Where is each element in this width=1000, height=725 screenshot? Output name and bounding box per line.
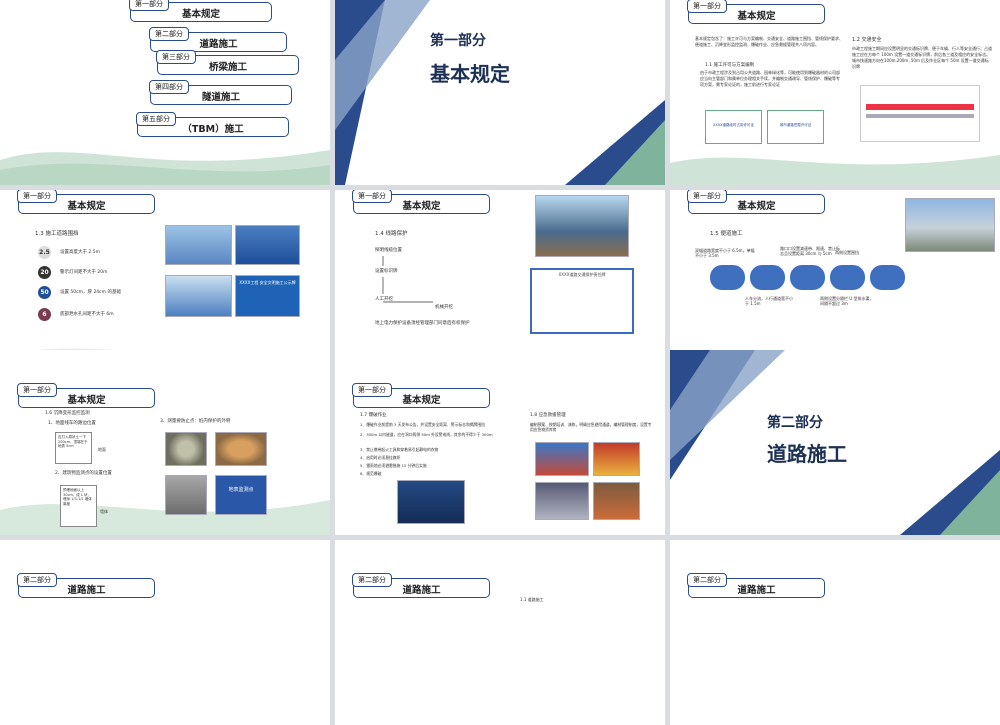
slide-header: 第二部分 道路施工	[352, 573, 490, 598]
slide-header: 第一部分 基本规定	[352, 383, 490, 408]
body-text: 编制预案、按期培训、演练，明确应急避险通道，编制管理制度，设置专用应急物资库房	[530, 422, 652, 432]
rescue-photo	[593, 482, 640, 520]
section-heading: 1.7 爆破作业	[360, 413, 387, 418]
rescue-photo	[593, 442, 640, 476]
note-text: 两侧设置分隔栏 U 型排水渠，间隔不超过 3m	[820, 296, 874, 306]
toc-item[interactable]: 第二部分 道路施工	[149, 27, 287, 52]
flow-note: 地上电力保护设备须经管理部门同意后有权保护	[375, 321, 470, 326]
fence-photo	[165, 275, 232, 317]
monitor-sign: 地表监测点	[215, 475, 267, 515]
list-item: 1、爆破作业前提前 3 天发布公告，并设置安全距离、警示标志和揭牌围挡	[360, 422, 485, 427]
slide-header: 第一部分 基本规定	[17, 383, 155, 408]
slide-header: 第一部分 基本规定	[17, 190, 155, 214]
badge-icon: 2.5	[38, 246, 51, 259]
slide-5[interactable]: 第一部分 基本规定 1.4 线路保护 探明线缆位置 设置标识牌 人工开挖 机械开挖…	[335, 190, 665, 375]
slide-6[interactable]: 第一部分 基本规定 1.5 便道施工 双幅道路宽度不小于 6.5m，单幅不小于 3…	[670, 190, 1000, 375]
fence-photo	[235, 225, 300, 265]
responsibility-table: XXXX道路交通保护责任牌	[530, 268, 634, 334]
monitor-photo	[215, 432, 267, 466]
slide-toc[interactable]: 第一部分 基本规定 第二部分 道路施工 第三部分 桥梁施工 第四部分 隧道施工 第五部分…	[0, 0, 330, 185]
badge-icon: 6	[38, 308, 51, 321]
item-text: 设置高度大于 2.5m	[60, 250, 100, 255]
rescue-photo	[535, 482, 589, 520]
note-text: 人车分流，人行通道宽不小于 1.5m	[745, 296, 793, 306]
monitor-photo	[165, 432, 207, 466]
sub-heading: 2、建筑物监测点的设置位置	[55, 471, 112, 476]
road-lane	[866, 114, 974, 118]
toc-item[interactable]: 第一部分 基本规定	[129, 0, 272, 22]
permit-certificate: XXXX道路临时占用许可证	[705, 110, 762, 144]
slide-3[interactable]: 第一部分 基本规定 基本规定包含了：施工许可与方案编制、交通安全、道路施工围挡、管…	[670, 0, 1000, 185]
note-text: 两侧设置围挡	[835, 250, 859, 255]
intro-text: 基本规定包含了：施工许可与方案编制、交通安全、道路施工围挡、管线保护要求、便道施…	[695, 36, 843, 47]
site-photo	[535, 195, 629, 257]
list-item: 4、启用时必须悬挂旗帜	[360, 455, 401, 460]
road-lane	[866, 104, 974, 110]
slide-12[interactable]: 第二部分 道路施工	[670, 540, 1000, 725]
section-part: 第一部分	[430, 33, 486, 49]
section-heading: 1.1 施工许可与方案编制	[705, 63, 755, 68]
blasting-photo	[397, 480, 465, 524]
slide-10[interactable]: 第二部分 道路施工	[0, 540, 330, 725]
slide-header: 第二部分 道路施工	[687, 573, 825, 598]
diagram-box: 预埋地面以上 30cm，成 L 状，埋深 1/3-1/2 墙体厚度	[60, 485, 97, 527]
diagram-box: 应打入原状土一下 200cm，顶端在于地表 5cm	[55, 432, 92, 464]
road-photo	[905, 198, 995, 252]
list-item: 5、雷雨地必须避雷措施 15 分钟后实施	[360, 463, 427, 468]
slide-header: 第一部分 基本规定	[687, 0, 825, 24]
slide-7[interactable]: 第一部分 基本规定 1.6 沉降变形监控监测 1、地面线车的路边位置 应打入原状土…	[0, 350, 330, 535]
note-text: 路口口设置减速带、限速、禁止标志且设置距离 30cm 与 5cm	[780, 246, 840, 256]
sub-heading: 1、地面线车的路边位置	[48, 421, 96, 426]
section-heading: 1.6 沉降变形监控监测	[45, 411, 90, 416]
list-item: 2、300m 以内隧道，应在洞口两侧 50m 外设警戒线，其余的不得少于 300…	[360, 432, 493, 437]
slide-section-1[interactable]: 第一部分 基本规定	[335, 0, 665, 185]
section-decoration	[335, 0, 665, 185]
traffic-diagram	[860, 85, 980, 142]
diagram-label: 墙体	[100, 509, 108, 514]
section-part: 第二部分	[767, 415, 823, 431]
slide-4[interactable]: 第一部分 基本规定 1.3 施工道路围挡 2.5 设置高度大于 2.5m 20 警…	[0, 190, 330, 375]
section-heading: 1.1 道路施工	[520, 597, 544, 602]
badge-icon: 20	[38, 266, 51, 279]
slide-8[interactable]: 第一部分 基本规定 1.7 爆破作业 1、爆破作业前提前 3 天发布公告，并设置安…	[335, 350, 665, 535]
list-item: 6、规范爆破	[360, 471, 382, 476]
permit-certificate: 城市道路挖掘许可证	[767, 110, 824, 144]
section-heading: 1.8 应急救援管理	[530, 413, 566, 418]
slide-section-2[interactable]: 第二部分 道路施工	[670, 350, 1000, 535]
toc-item[interactable]: 第三部分 桥梁施工	[156, 50, 299, 75]
sub-heading: 3、测量要防止点：桩内保护的外侧	[160, 419, 231, 424]
section-heading: 1.2 交通安全	[852, 37, 882, 43]
rescue-photo	[535, 442, 589, 476]
body-text: 由于市政工程涉及到占用公共道路、园林绿化等，可能使用到爆破器材的公司部应当向主管…	[700, 70, 840, 87]
toc-item[interactable]: 第四部分 隧道施工	[149, 80, 292, 105]
section-title: 基本规定	[430, 62, 510, 86]
list-item: 3、禁止携带起火工具和穿着易引起静电的衣物	[360, 447, 439, 452]
item-text: 设置 50cm，厚 24cm 的基础	[60, 290, 121, 295]
notice-board: XXXX工程 安全文明施工公示牌	[235, 275, 300, 317]
fence-photo	[165, 225, 232, 265]
item-text: 警示灯间距不大于 20m	[60, 270, 108, 275]
slide-11[interactable]: 第二部分 道路施工 1.1 道路施工	[335, 540, 665, 725]
note-text: 双幅道路宽度不小于 6.5m，单幅不小于 3.5m	[695, 248, 755, 258]
slide-header: 第二部分 道路施工	[17, 573, 155, 598]
toc-item[interactable]: 第五部分 （TBM）施工	[136, 112, 289, 137]
monitor-photo	[165, 475, 207, 515]
item-text: 底部泄水孔间距不大于 6m	[60, 312, 114, 317]
badge-icon: 50	[38, 286, 51, 299]
section-title: 道路施工	[767, 442, 847, 466]
section-heading: 1.3 施工道路围挡	[35, 231, 79, 237]
diagram-label: 地面	[98, 447, 106, 452]
body-text: 市政工程施工期间应设置明显的交通标识牌，便于车辆、行人等安全通行；占道施工应在方…	[852, 46, 992, 69]
